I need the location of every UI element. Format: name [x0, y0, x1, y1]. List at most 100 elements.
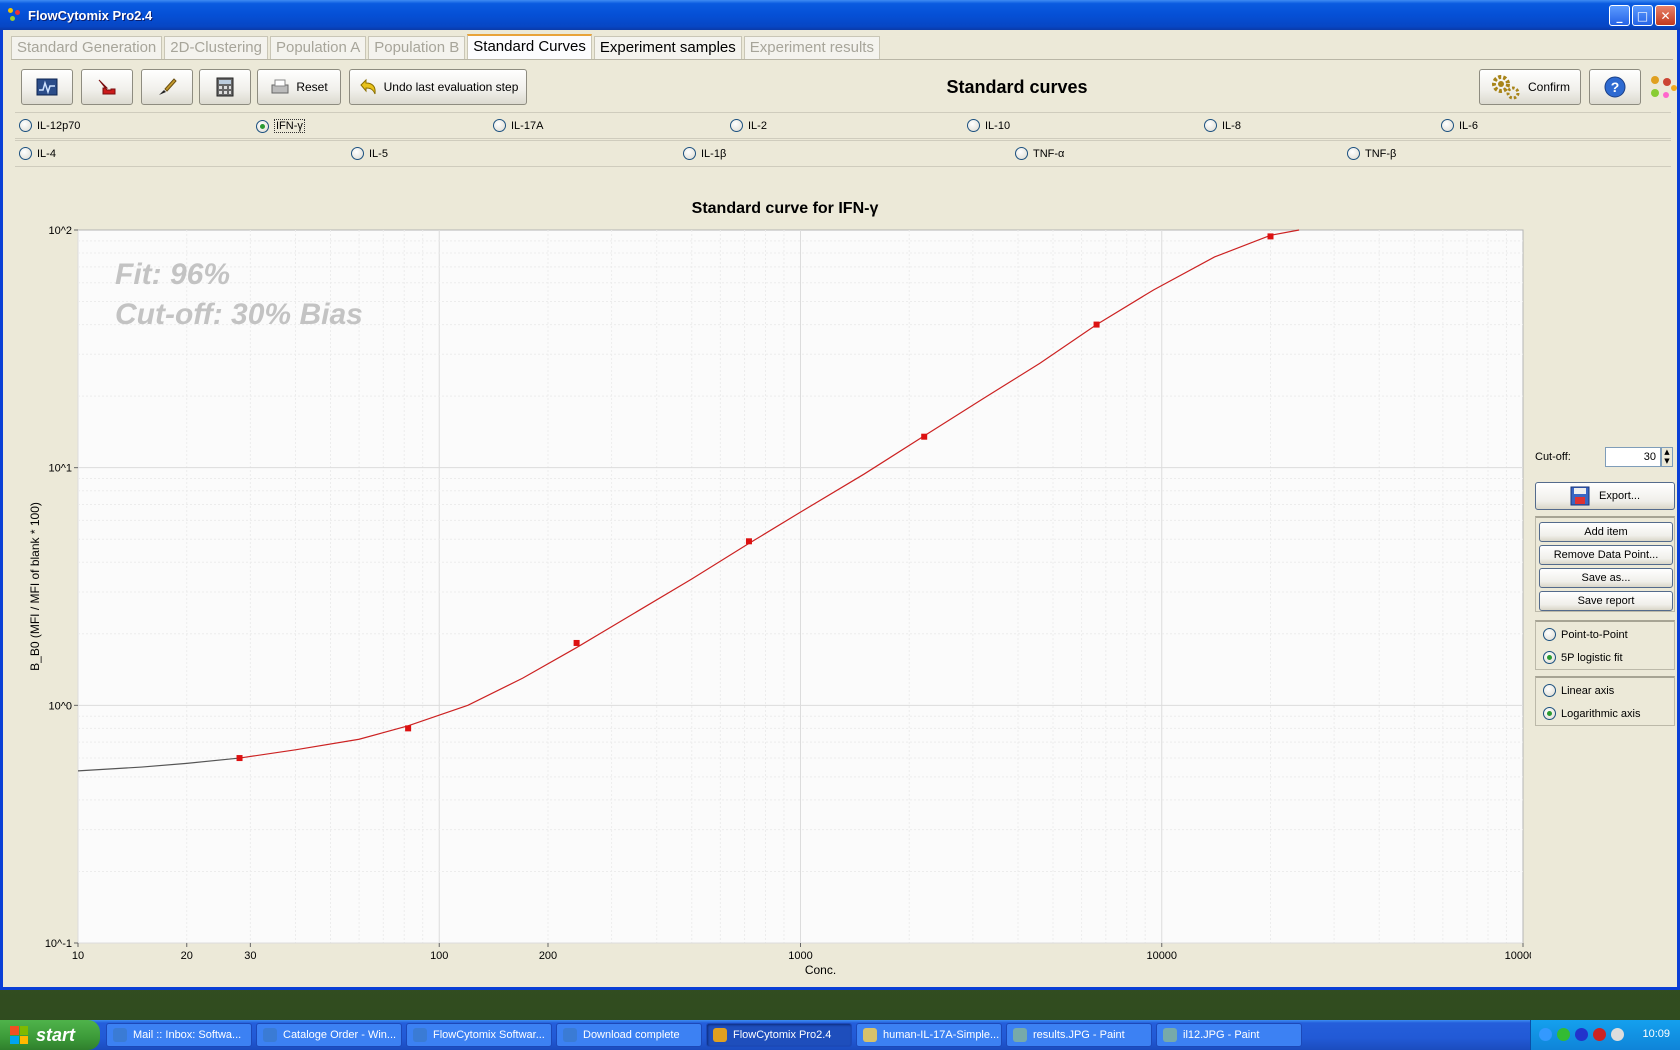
option-point-to-point[interactable]: Point-to-Point: [1543, 628, 1628, 641]
tab-bar: Standard Generation 2D-Clustering Populati…: [11, 34, 882, 60]
close-button[interactable]: ✕: [1655, 5, 1676, 26]
taskbar-item[interactable]: Download complete: [556, 1023, 702, 1047]
analyte-label: IL-8: [1222, 119, 1241, 132]
calculator-button[interactable]: [199, 69, 251, 105]
analyte-radio-5[interactable]: IL-8: [1204, 119, 1241, 132]
analyte-row-2: IL-4 IL-5 IL-1β TNF-α TNF-β: [15, 140, 1671, 167]
maximize-icon: □: [1636, 8, 1649, 23]
spin-up-icon: ▲: [1664, 448, 1670, 456]
back-arrow-button[interactable]: [81, 69, 133, 105]
data-point[interactable]: [745, 538, 752, 545]
antivirus-icon[interactable]: [1593, 1028, 1606, 1041]
taskbar-item[interactable]: FlowCytomix Softwar...: [406, 1023, 552, 1047]
x-tick-label: 20: [181, 950, 193, 962]
taskbar-item-label: il12.JPG - Paint: [1183, 1029, 1260, 1041]
analyte-radio-2[interactable]: IL-17A: [493, 119, 543, 132]
option-label: 5P logistic fit: [1561, 651, 1623, 664]
analyte-radio-1[interactable]: IFN-γ: [256, 119, 305, 133]
analyte-label: IL-10: [985, 119, 1011, 132]
waveform-button[interactable]: [21, 69, 73, 105]
undo-button[interactable]: Undo last evaluation step: [349, 69, 527, 105]
option-label: Linear axis: [1561, 684, 1615, 697]
start-button[interactable]: start: [0, 1020, 100, 1050]
taskbar-item[interactable]: results.JPG - Paint: [1006, 1023, 1152, 1047]
option-linear-axis[interactable]: Linear axis: [1543, 684, 1614, 697]
program-icon: [1163, 1028, 1177, 1042]
data-point[interactable]: [1267, 233, 1274, 240]
save-disk-icon: [1570, 486, 1590, 506]
maximize-button[interactable]: □: [1632, 5, 1653, 26]
system-tray: 10:09: [1530, 1020, 1680, 1050]
analyte-radio-4[interactable]: IL-10: [967, 119, 1010, 132]
data-point[interactable]: [921, 433, 928, 440]
analyte-radio-2[interactable]: IL-1β: [683, 147, 726, 160]
start-label: start: [36, 1024, 76, 1045]
x-tick-label: 200: [539, 950, 557, 962]
data-point[interactable]: [573, 639, 580, 646]
radio-circle-icon: [493, 119, 506, 132]
radio-circle-icon: [1204, 119, 1217, 132]
export-button[interactable]: Export...: [1535, 482, 1675, 510]
radio-circle-icon: [1543, 628, 1556, 641]
analyte-label: TNF-α: [1033, 147, 1065, 160]
help-button[interactable]: ?: [1589, 69, 1641, 105]
taskbar-item[interactable]: il12.JPG - Paint: [1156, 1023, 1302, 1047]
program-icon: [563, 1028, 577, 1042]
save-report-button[interactable]: Save report: [1539, 591, 1673, 611]
close-icon: ✕: [1660, 8, 1671, 23]
tab-experiment-samples[interactable]: Experiment samples: [593, 36, 742, 60]
radio-circle-icon: [1347, 147, 1360, 160]
cutoff-input[interactable]: 30: [1605, 447, 1661, 467]
help-icon: ?: [1604, 76, 1626, 98]
analyte-radio-1[interactable]: IL-5: [351, 147, 388, 160]
tab-population-a[interactable]: Population A: [269, 36, 367, 60]
analyte-label: IL-6: [1459, 119, 1478, 132]
taskbar-item[interactable]: FlowCytomix Pro2.4: [706, 1023, 852, 1047]
brush-button[interactable]: [141, 69, 193, 105]
tab-experiment-results[interactable]: Experiment results: [743, 36, 880, 60]
cutoff-spinner[interactable]: ▲ ▼: [1661, 447, 1673, 467]
data-point[interactable]: [236, 755, 243, 762]
radio-circle-icon: [1543, 651, 1556, 664]
taskbar-item[interactable]: Mail :: Inbox: Softwa...: [106, 1023, 252, 1047]
brush-icon: [159, 78, 177, 95]
data-point[interactable]: [1093, 321, 1100, 328]
reset-button[interactable]: Reset: [257, 69, 341, 105]
analyte-radio-0[interactable]: IL-4: [19, 147, 56, 160]
option-5p-logistic-fit[interactable]: 5P logistic fit: [1543, 651, 1623, 664]
program-icon: [413, 1028, 427, 1042]
minimize-button[interactable]: _: [1609, 5, 1630, 26]
program-icon: [1013, 1028, 1027, 1042]
network-icon[interactable]: [1539, 1028, 1552, 1041]
volume-icon[interactable]: [1611, 1028, 1624, 1041]
analyte-radio-0[interactable]: IL-12p70: [19, 119, 80, 132]
analyte-row-1: IL-12p70 IFN-γ IL-17A IL-2 IL-10 IL-8 IL-6: [15, 112, 1671, 139]
data-point[interactable]: [405, 725, 412, 732]
confirm-button[interactable]: Confirm: [1479, 69, 1581, 105]
option-logarithmic-axis[interactable]: Logarithmic axis: [1543, 707, 1640, 720]
x-tick-label: 1000: [788, 950, 812, 962]
remove-data-point-button[interactable]: Remove Data Point...: [1539, 545, 1673, 565]
analyte-radio-3[interactable]: TNF-α: [1015, 147, 1064, 160]
tab-population-b[interactable]: Population B: [368, 36, 466, 60]
undo-icon: [359, 78, 376, 95]
analyte-radio-6[interactable]: IL-6: [1441, 119, 1478, 132]
taskbar-item[interactable]: human-IL-17A-Simple...: [856, 1023, 1002, 1047]
standard-curve-chart[interactable]: 10 20 30 100 200 1000 10000 100000 10^-1 10^0 10^1…: [15, 170, 1531, 982]
bluetooth-icon[interactable]: [1575, 1028, 1588, 1041]
tab-standard-generation[interactable]: Standard Generation: [11, 36, 163, 60]
title-bar[interactable]: FlowCytomix Pro2.4 _ □ ✕: [0, 0, 1680, 30]
add-item-button[interactable]: Add item: [1539, 522, 1673, 542]
tab-2d-clustering[interactable]: 2D-Clustering: [164, 36, 268, 60]
taskbar-item-label: FlowCytomix Softwar...: [433, 1029, 545, 1041]
analyte-radio-4[interactable]: TNF-β: [1347, 147, 1396, 160]
tab-standard-curves[interactable]: Standard Curves: [467, 34, 592, 60]
save-as-button[interactable]: Save as...: [1539, 568, 1673, 588]
windows-flag-icon: [10, 1026, 28, 1044]
gears-icon: [1491, 75, 1520, 100]
app-icon: [8, 8, 22, 22]
security-icon[interactable]: [1557, 1028, 1570, 1041]
analyte-radio-3[interactable]: IL-2: [730, 119, 767, 132]
option-label: Point-to-Point: [1561, 628, 1628, 641]
taskbar-item[interactable]: Cataloge Order - Win...: [256, 1023, 402, 1047]
